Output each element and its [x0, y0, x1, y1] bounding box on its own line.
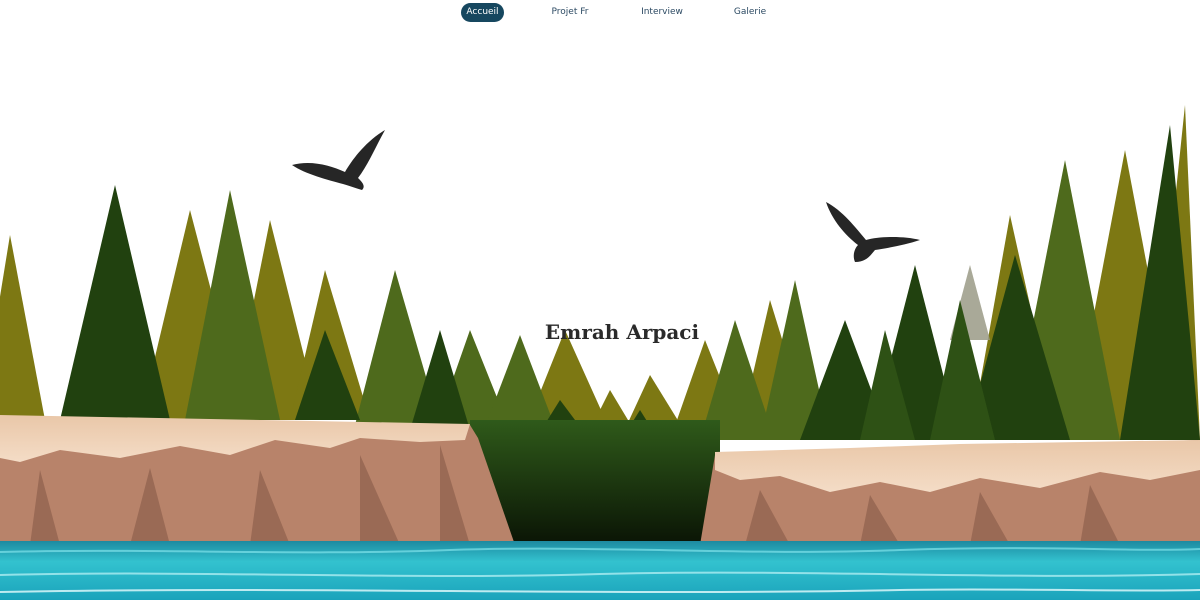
- forest-back: [0, 105, 1200, 450]
- right-cliff: [700, 440, 1200, 545]
- hero-illustration: [0, 105, 1200, 600]
- nav-interview[interactable]: Interview: [636, 3, 688, 22]
- top-nav: Accueil Projet Fr Interview Galerie: [0, 3, 1200, 23]
- nav-galerie[interactable]: Galerie: [728, 3, 772, 22]
- river: [0, 541, 1200, 600]
- page-title: Emrah Arpaci: [544, 320, 700, 344]
- eagle-icon-left: [292, 130, 385, 190]
- nav-projet-fr[interactable]: Projet Fr: [545, 3, 595, 22]
- eagle-icon-right: [826, 202, 920, 262]
- nav-accueil[interactable]: Accueil: [461, 3, 504, 22]
- left-cliff: [0, 415, 515, 545]
